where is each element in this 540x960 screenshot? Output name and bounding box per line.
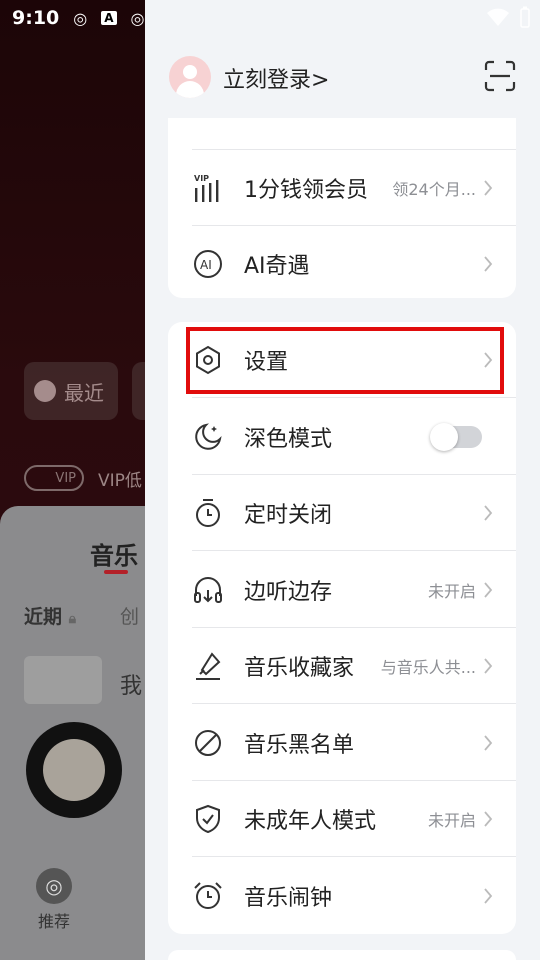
- login-link[interactable]: 立刻登录>: [223, 62, 329, 94]
- row-sub: 与音乐人共...: [380, 658, 476, 677]
- playlist-thumbnail: [24, 656, 102, 704]
- wifi-icon: [487, 8, 509, 26]
- clock-icon: [34, 380, 56, 402]
- row-sleep-timer[interactable]: 定时关闭: [168, 475, 516, 551]
- alarm-icon: [194, 882, 222, 909]
- chevron-right-icon: [484, 811, 493, 827]
- vip-text: VIP低: [98, 470, 142, 491]
- timer-icon: [196, 499, 220, 527]
- vip-badge: VIP: [24, 465, 84, 491]
- album-art: [43, 739, 105, 801]
- row-music-alarm[interactable]: 音乐闹钟: [168, 858, 516, 934]
- status-time: 9:10: [12, 7, 60, 29]
- music-tab-title[interactable]: 音乐: [90, 536, 138, 571]
- dark-mode-toggle[interactable]: [430, 423, 482, 451]
- chevron-right-icon: [484, 505, 493, 521]
- drawer-header: 立刻登录>: [145, 36, 540, 118]
- login-chevron: >: [311, 68, 330, 93]
- chevron-right-icon: [484, 180, 493, 196]
- row-label: 音乐闹钟: [244, 886, 333, 911]
- row-label: 1分钱领会员: [244, 178, 368, 203]
- row-label: 音乐黑名单: [244, 733, 355, 758]
- status-bar: 9:10 ◎ A ◎: [0, 0, 540, 36]
- battery-icon: [520, 6, 530, 28]
- recent-chip[interactable]: 最近: [24, 362, 118, 420]
- row-label: AI奇遇: [244, 254, 310, 279]
- row-music-blacklist[interactable]: 音乐黑名单: [168, 705, 516, 781]
- row-label: 音乐收藏家: [244, 656, 355, 681]
- highlight-box: [186, 327, 504, 394]
- drawer-card-bottom: [168, 950, 516, 960]
- block-icon: [195, 730, 221, 756]
- nav-recommend-label: 推荐: [37, 912, 70, 931]
- chevron-right-icon: [484, 658, 493, 674]
- moon-icon: [195, 423, 222, 450]
- row-minor-mode[interactable]: 未成年人模式 未开启: [168, 781, 516, 857]
- row-sub: 领24个月...: [392, 180, 476, 199]
- lock-icon: 🔒︎: [68, 611, 77, 627]
- row-music-collector[interactable]: 音乐收藏家 与音乐人共...: [168, 628, 516, 704]
- netease-logo-icon: ◎: [36, 868, 72, 904]
- side-drawer: VIP 1分钱领会员 领24个月... AI AI奇遇 立刻登录> 设置 深色模…: [145, 0, 540, 960]
- row-ai[interactable]: AI AI奇遇: [168, 226, 516, 298]
- row-label: 定时关闭: [244, 503, 333, 528]
- netease-notification-icon: ◎: [73, 8, 88, 28]
- filter-recent[interactable]: 近期 🔒︎: [24, 602, 76, 629]
- row-listen-save[interactable]: 边听边存 未开启: [168, 552, 516, 628]
- notification-icon: ◎: [130, 8, 145, 28]
- tab-indicator: [104, 570, 128, 574]
- chevron-right-icon: [484, 256, 493, 272]
- app-a-icon: A: [101, 11, 117, 25]
- svg-text:AI: AI: [200, 258, 212, 272]
- shield-check-icon: [196, 804, 220, 834]
- collector-icon: [196, 652, 221, 680]
- vip-row[interactable]: VIP VIP低: [24, 465, 142, 491]
- nav-recommend[interactable]: ◎ 推荐: [36, 868, 72, 932]
- ai-circle-icon: AI: [194, 250, 222, 278]
- row-vip-offer[interactable]: VIP 1分钱领会员 领24个月...: [168, 150, 516, 226]
- row-label: 深色模式: [244, 427, 333, 452]
- chevron-right-icon: [484, 888, 493, 904]
- row-label: 边听边存: [244, 580, 333, 605]
- recent-chip-label: 最近: [64, 380, 104, 405]
- row-sub: 未开启: [427, 582, 476, 601]
- chevron-right-icon: [484, 582, 493, 598]
- svg-text:VIP: VIP: [194, 174, 209, 183]
- headphones-download-icon: [194, 577, 222, 603]
- avatar[interactable]: [169, 56, 211, 98]
- row-dark-mode: 深色模式: [168, 399, 516, 475]
- login-text: 立刻登录: [223, 68, 312, 93]
- status-right: [486, 6, 530, 28]
- vip-bars-icon: VIP: [194, 174, 219, 202]
- scan-icon[interactable]: [484, 60, 516, 92]
- playlist-title[interactable]: 我: [120, 668, 142, 700]
- now-playing-disc[interactable]: [26, 722, 122, 818]
- row-label: 未成年人模式: [244, 809, 377, 834]
- row-sub: 未开启: [427, 811, 476, 830]
- filter-created[interactable]: 创: [120, 602, 139, 629]
- chevron-right-icon: [484, 735, 493, 751]
- drawer-card-settings: 设置 深色模式 定时关闭 边听边存 未开启 音乐收藏家 与音乐人共... 音乐黑…: [168, 322, 516, 934]
